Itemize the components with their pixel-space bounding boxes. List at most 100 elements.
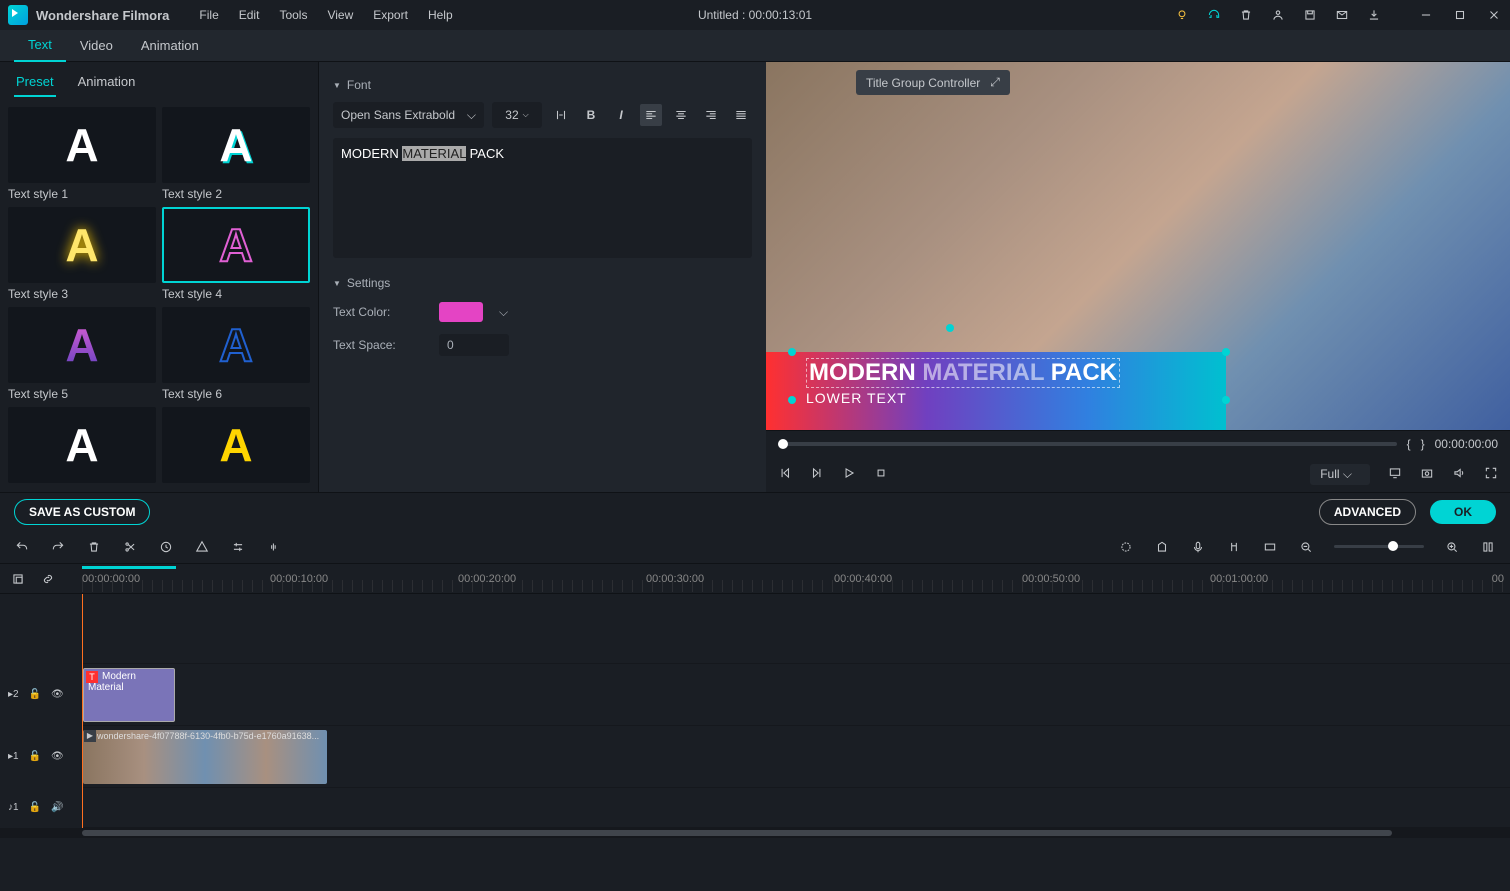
tab-animation[interactable]: Animation [127,30,213,61]
track-label-1: ▸1 [8,751,19,762]
headset-icon[interactable] [1206,7,1222,23]
menu-view[interactable]: View [327,8,353,22]
clip-video[interactable]: wondershare-4f07788f-6130-4fb0-b75d-e176… [83,730,327,784]
track-spacer [82,594,1510,664]
stop-button[interactable] [874,466,888,483]
font-size-select[interactable]: 32⌵ [492,102,542,128]
preset-style-7[interactable]: A [8,407,156,483]
tab-video[interactable]: Video [66,30,127,61]
ok-button[interactable]: OK [1430,500,1496,524]
tab-text[interactable]: Text [14,29,66,62]
redo-icon[interactable] [50,539,66,555]
mixer-icon[interactable] [1226,539,1242,555]
expand-icon[interactable]: ⤢ [990,75,1000,90]
quality-select[interactable]: Full ⌵ [1310,464,1370,485]
maximize-icon[interactable] [1452,7,1468,23]
color-chevron-icon[interactable]: ⌵ [499,305,508,320]
zoom-in-icon[interactable] [1444,539,1460,555]
display-icon[interactable] [1388,466,1402,483]
save-icon[interactable] [1302,7,1318,23]
menu-export[interactable]: Export [373,8,408,22]
lock-icon[interactable]: 🔓 [29,802,41,813]
text-space-input[interactable]: 0 [439,334,509,356]
subtitle-text: LOWER TEXT [806,390,1186,406]
text-editor[interactable]: MODERN MATERIAL PACK [333,138,752,258]
lock-icon[interactable]: 🔓 [29,689,41,700]
subtab-animation[interactable]: Animation [76,68,138,97]
preset-style-4[interactable]: AText style 4 [162,207,310,301]
visibility-icon[interactable]: 👁 [51,689,64,700]
preset-style-2[interactable]: AText style 2 [162,107,310,201]
align-justify-button[interactable] [730,104,752,126]
section-settings[interactable]: Settings [333,276,752,290]
preset-style-8[interactable]: A [162,407,310,483]
fullscreen-icon[interactable] [1484,466,1498,483]
render-icon[interactable] [1118,539,1134,555]
mark-out-button[interactable]: } [1421,437,1425,451]
split-icon[interactable] [122,539,138,555]
zoom-out-icon[interactable] [1298,539,1314,555]
italic-button[interactable]: I [610,104,632,126]
clip-title[interactable]: Modern Material [83,668,175,722]
marker-icon[interactable] [1154,539,1170,555]
playhead[interactable] [82,594,83,828]
preview-scrubber[interactable] [778,442,1397,446]
close-icon[interactable] [1486,7,1502,23]
timeline-hscroll[interactable] [0,828,1510,838]
preset-style-1[interactable]: AText style 1 [8,107,156,201]
track-video[interactable]: ▸1🔓👁 wondershare-4f07788f-6130-4fb0-b75d… [82,726,1510,788]
timeline-ruler[interactable]: 00:00:00:00 00:00:10:00 00:00:20:00 00:0… [0,564,1510,594]
adjust-icon[interactable] [230,539,246,555]
prev-frame-button[interactable] [778,466,792,483]
visibility-icon[interactable]: 👁 [51,751,64,762]
track-audio[interactable]: ♪1🔓🔊 [82,788,1510,828]
preview-viewport[interactable]: Title Group Controller⤢ MODERN MATERIAL … [766,62,1510,430]
mute-icon[interactable]: 🔊 [51,802,63,813]
crop-icon[interactable] [194,539,210,555]
trash-icon[interactable] [1238,7,1254,23]
idea-icon[interactable] [1174,7,1190,23]
audio-icon[interactable] [266,539,282,555]
align-right-button[interactable] [700,104,722,126]
font-family-select[interactable]: Open Sans Extrabold⌵ [333,102,484,128]
caption-icon[interactable] [1262,539,1278,555]
zoom-fit-icon[interactable] [1480,539,1496,555]
menu-tools[interactable]: Tools [279,8,307,22]
mark-in-button[interactable]: { [1407,437,1411,451]
preset-style-5[interactable]: AText style 5 [8,307,156,401]
menu-file[interactable]: File [199,8,218,22]
save-as-custom-button[interactable]: SAVE AS CUSTOM [14,499,150,525]
menu-edit[interactable]: Edit [239,8,260,22]
next-frame-button[interactable] [810,466,824,483]
subtab-preset[interactable]: Preset [14,68,56,97]
track-title[interactable]: ▸2🔓👁 Modern Material [82,664,1510,726]
lock-icon[interactable]: 🔓 [29,751,41,762]
undo-icon[interactable] [14,539,30,555]
mail-icon[interactable] [1334,7,1350,23]
align-center-button[interactable] [670,104,692,126]
user-icon[interactable] [1270,7,1286,23]
align-left-button[interactable] [640,104,662,126]
speed-icon[interactable] [158,539,174,555]
delete-icon[interactable] [86,539,102,555]
title-overlay[interactable]: MODERN MATERIAL PACK LOWER TEXT [766,352,1226,430]
preset-style-3[interactable]: AText style 3 [8,207,156,301]
text-color-swatch[interactable] [439,302,483,322]
title-group-controller[interactable]: Title Group Controller⤢ [856,70,1010,95]
download-icon[interactable] [1366,7,1382,23]
preset-style-6[interactable]: AText style 6 [162,307,310,401]
menu-help[interactable]: Help [428,8,453,22]
bold-button[interactable]: B [580,104,602,126]
track-manage-icon[interactable] [10,571,26,587]
advanced-button[interactable]: ADVANCED [1319,499,1416,525]
text-space-label: Text Space: [333,338,423,352]
link-icon[interactable] [40,571,56,587]
voiceover-icon[interactable] [1190,539,1206,555]
snapshot-icon[interactable] [1420,466,1434,483]
section-font[interactable]: Font [333,78,752,92]
zoom-slider[interactable] [1334,545,1424,548]
minimize-icon[interactable] [1418,7,1434,23]
play-button[interactable] [842,466,856,483]
volume-icon[interactable] [1452,466,1466,483]
char-spacing-icon[interactable] [550,104,572,126]
